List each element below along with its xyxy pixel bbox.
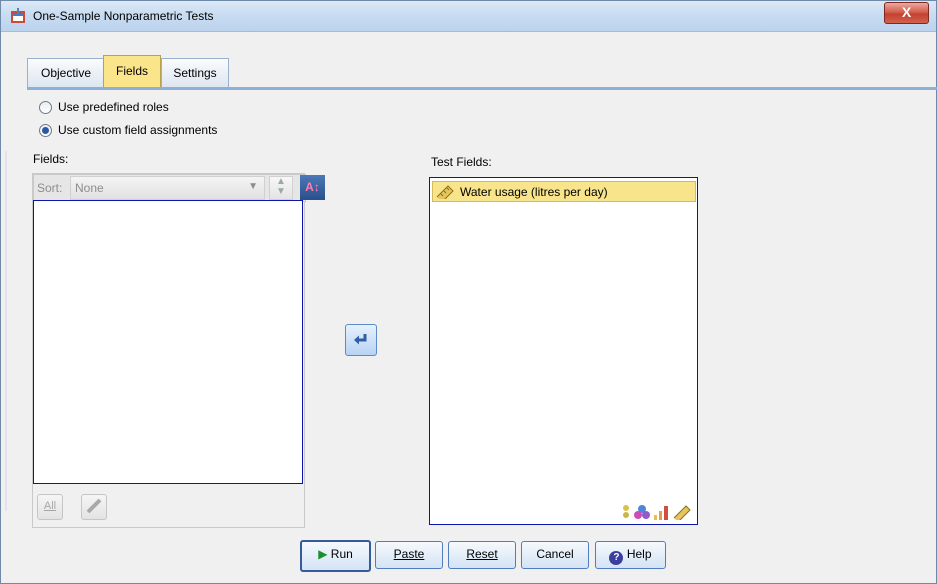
alphabetical-sort-icon: A↕ xyxy=(305,180,320,194)
chevron-down-icon: ▼ xyxy=(248,181,258,192)
window-title: One-Sample Nonparametric Tests xyxy=(33,9,214,23)
tab-divider xyxy=(27,87,937,90)
all-button-label: All xyxy=(43,500,57,512)
run-button-label: Run xyxy=(330,547,353,561)
title-bar[interactable]: One-Sample Nonparametric Tests X xyxy=(1,1,936,32)
radio-custom-label: Use custom field assignments xyxy=(58,123,218,137)
bar-chart-icon xyxy=(654,506,668,520)
tab-fields[interactable]: Fields xyxy=(103,55,161,87)
sort-order-button[interactable]: ▲ ▼ xyxy=(269,176,293,200)
list-item[interactable]: Water usage (litres per day) xyxy=(432,181,696,202)
tab-objective[interactable]: Objective xyxy=(27,58,105,87)
sort-dropdown[interactable]: None ▼ xyxy=(70,176,265,200)
window-edge-marks xyxy=(5,151,7,511)
radio-predefined-label: Use predefined roles xyxy=(58,100,169,114)
radio-predefined-roles[interactable]: Use predefined roles xyxy=(39,99,169,115)
arrow-move-icon xyxy=(354,334,367,345)
help-icon: ? xyxy=(609,551,624,565)
ruler-icon xyxy=(86,498,102,514)
help-button[interactable]: ? Help xyxy=(595,541,666,569)
measure-legend xyxy=(621,504,691,520)
radio-button[interactable] xyxy=(39,100,52,114)
all-button[interactable]: All xyxy=(37,494,63,520)
radio-button-selected[interactable] xyxy=(39,123,52,137)
paste-button-label: Paste xyxy=(393,547,425,561)
test-fields-label: Test Fields: xyxy=(431,155,492,169)
sort-value: None xyxy=(75,181,104,195)
app-icon xyxy=(11,8,25,23)
nominal-icon xyxy=(623,505,629,518)
help-button-label: Help xyxy=(626,547,652,561)
tab-strip: Objective Fields Settings xyxy=(1,50,936,88)
dialog-window: One-Sample Nonparametric Tests X Objecti… xyxy=(0,0,937,584)
radio-custom-assignments[interactable]: Use custom field assignments xyxy=(39,122,217,138)
close-button[interactable]: X xyxy=(884,2,929,24)
cancel-button[interactable]: Cancel xyxy=(521,541,589,569)
cancel-button-label: Cancel xyxy=(536,547,574,561)
run-button[interactable]: ▶ Run xyxy=(300,540,371,572)
reset-button-label: Reset xyxy=(466,547,498,561)
scale-measure-icon xyxy=(436,184,454,199)
alphabetical-sort-button[interactable]: A↕ xyxy=(300,175,325,200)
sort-toolbar: Sort: None ▼ ▲ ▼ A↕ xyxy=(33,174,325,202)
move-to-test-fields-button[interactable] xyxy=(345,324,377,356)
scale-icon xyxy=(673,505,691,520)
test-fields-list[interactable]: Water usage (litres per day) xyxy=(429,177,698,525)
ordinal-icon xyxy=(634,505,650,519)
paste-button[interactable]: Paste xyxy=(375,541,443,569)
up-down-arrows-icon: ▲ ▼ xyxy=(276,176,286,197)
fields-label: Fields: xyxy=(33,152,69,166)
reset-button[interactable]: Reset xyxy=(448,541,516,569)
tab-settings[interactable]: Settings xyxy=(161,58,229,87)
fields-list[interactable] xyxy=(33,200,303,484)
play-icon: ▶ xyxy=(318,547,328,561)
sort-label: Sort: xyxy=(37,181,63,195)
measure-filter-button[interactable] xyxy=(81,494,107,520)
test-field-label: Water usage (litres per day) xyxy=(460,184,608,199)
